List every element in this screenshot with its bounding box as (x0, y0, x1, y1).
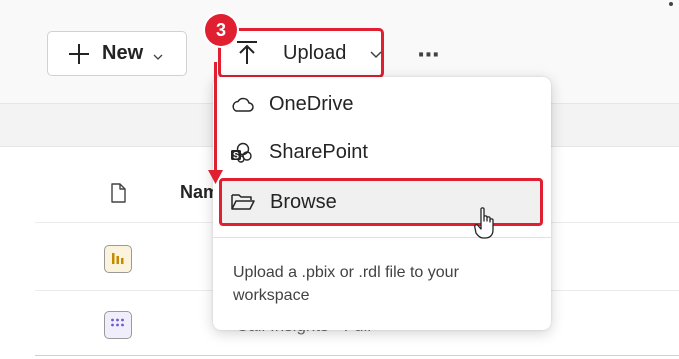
menu-item-label: Browse (270, 190, 337, 213)
folder-open-icon (230, 191, 256, 213)
annotation-arrow (214, 62, 217, 174)
svg-text:S: S (233, 150, 239, 160)
more-options-button[interactable]: ⋯ (414, 40, 444, 70)
upload-button[interactable]: Upload (218, 28, 384, 78)
upload-button-label: Upload (283, 41, 347, 64)
chevron-down-icon (153, 49, 163, 60)
hand-cursor-icon (474, 206, 498, 240)
arrow-head-icon (208, 170, 223, 184)
table-row-divider (35, 355, 679, 356)
new-button[interactable]: New (47, 31, 187, 76)
upload-hint-text: Upload a .pbix or .rdl file to your work… (233, 264, 459, 304)
cloud-icon (229, 94, 255, 116)
menu-item-label: OneDrive (269, 93, 354, 115)
report-icon (104, 245, 132, 273)
menu-item-sharepoint[interactable]: S SharePoint (229, 141, 368, 164)
scrollbar-indicator[interactable] (669, 2, 673, 6)
upload-icon (235, 40, 259, 66)
sharepoint-icon: S (229, 142, 255, 164)
menu-item-label: SharePoint (269, 141, 368, 163)
menu-divider (213, 237, 551, 238)
upload-dropdown-menu: OneDrive S SharePoint Browse Upload a .p… (213, 77, 551, 330)
step-badge: 3 (205, 14, 237, 46)
chevron-down-icon (370, 47, 382, 59)
file-type-header-icon (110, 183, 126, 203)
new-button-label: New (102, 42, 144, 64)
plus-icon (66, 41, 92, 67)
menu-item-onedrive[interactable]: OneDrive (229, 93, 353, 116)
more-icon: ⋯ (417, 42, 441, 67)
dashboard-icon (104, 311, 132, 339)
